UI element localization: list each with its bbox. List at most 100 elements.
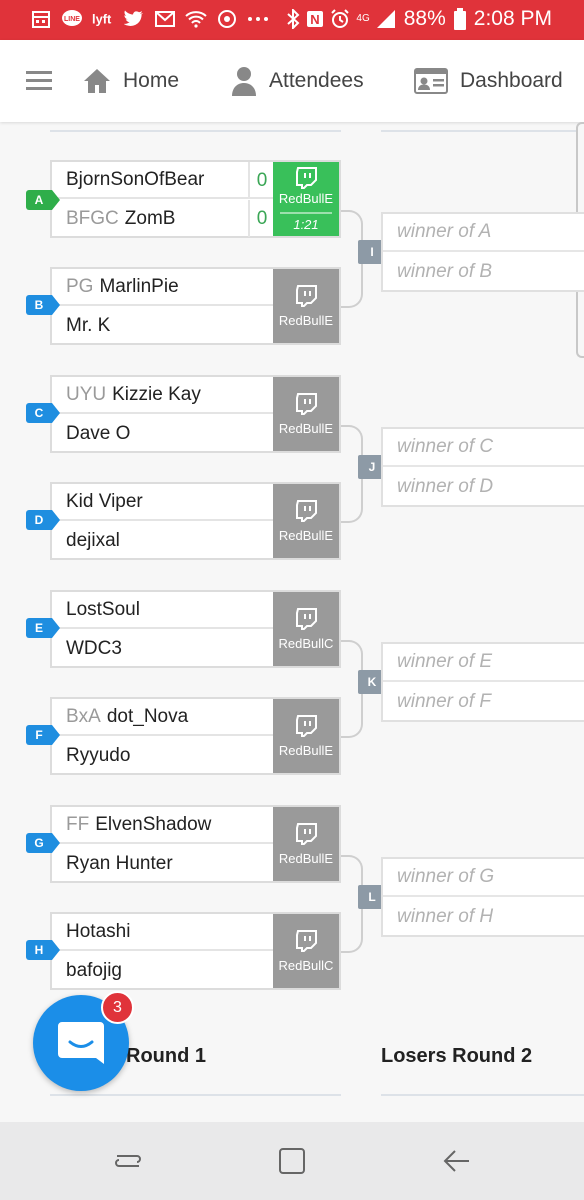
match-timer: 1:21 xyxy=(280,211,332,232)
player-name: dot_Nova xyxy=(106,705,189,727)
twitch-icon xyxy=(296,607,317,630)
line-icon: LINE xyxy=(61,8,83,30)
match-badge: A xyxy=(26,190,60,210)
stream-button[interactable]: RedBullC xyxy=(273,592,339,666)
match-player-1: winner of A xyxy=(383,214,584,252)
match-card[interactable]: BjornSonOfBear 0 BFGC ZomB 0 RedBullE 1:21 xyxy=(50,160,341,238)
stream-button[interactable]: RedBullC xyxy=(273,914,339,988)
match-player-1[interactable]: BjornSonOfBear 0 xyxy=(52,162,274,199)
match-player-2[interactable]: Mr. K xyxy=(52,307,274,344)
player-score: 0 xyxy=(248,200,274,237)
match-player-1: winner of E xyxy=(383,644,584,682)
round2-match-card[interactable]: winner of A winner of B xyxy=(381,212,584,292)
twitch-icon xyxy=(296,499,317,522)
player-name: Kizzie Kay xyxy=(112,383,201,405)
round2-match-card[interactable]: winner of E winner of F xyxy=(381,642,584,722)
match-player-1[interactable]: PG MarlinPie xyxy=(52,269,274,306)
match-badge: D xyxy=(26,510,60,530)
match-player-2[interactable]: Dave O xyxy=(52,415,274,452)
svg-text:N: N xyxy=(311,12,320,27)
status-bar: LINE lyft N 4G 88% 2:08 PM xyxy=(0,0,584,40)
more-icon xyxy=(247,8,269,30)
player-tag: PG xyxy=(66,275,94,297)
stream-button[interactable]: RedBullE xyxy=(273,377,339,451)
stream-channel: RedBullE xyxy=(278,850,334,866)
match-player-2[interactable]: WDC3 xyxy=(52,630,274,667)
battery-percent: 88% xyxy=(403,7,446,30)
match-player-1[interactable]: Hotashi xyxy=(52,914,274,951)
match-player-2[interactable]: BFGC ZomB 0 xyxy=(52,200,274,237)
stream-channel: RedBullE xyxy=(278,312,334,328)
twitter-icon xyxy=(123,8,145,30)
match-player-2[interactable]: Ryan Hunter xyxy=(52,845,274,882)
bluetooth-icon xyxy=(287,9,300,29)
round2-match-card[interactable]: winner of G winner of H xyxy=(381,857,584,937)
battery-icon xyxy=(453,8,466,30)
tournament-bracket[interactable]: BjornSonOfBear 0 BFGC ZomB 0 RedBullE 1:21 … xyxy=(0,122,584,1122)
match-card[interactable]: BxA dot_Nova Ryyudo RedBullE xyxy=(50,697,341,775)
match-player-1[interactable]: FF ElvenShadow xyxy=(52,807,274,844)
nav-attendees-label: Attendees xyxy=(269,69,364,92)
unread-count-badge: 3 xyxy=(101,991,134,1024)
player-name: Ryyudo xyxy=(66,744,131,766)
match-player-1: winner of G xyxy=(383,859,584,897)
match-player-2[interactable]: bafojig xyxy=(52,952,274,989)
nav-dashboard-label: Dashboard xyxy=(460,69,563,92)
round1-footer-rule xyxy=(50,1094,341,1096)
player-score: 0 xyxy=(248,162,274,199)
svg-text:LINE: LINE xyxy=(64,16,80,23)
match-card[interactable]: Kid Viper dejixal RedBullE xyxy=(50,482,341,560)
recents-button[interactable] xyxy=(108,1144,148,1178)
round2-match-card[interactable]: winner of C winner of D xyxy=(381,427,584,507)
match-player-2[interactable]: Ryyudo xyxy=(52,737,274,774)
match-player-1[interactable]: LostSoul xyxy=(52,592,274,629)
stream-button[interactable]: RedBullE xyxy=(273,484,339,558)
system-status: N 4G 88% 2:08 PM xyxy=(286,7,552,31)
match-player-1[interactable]: BxA dot_Nova xyxy=(52,699,274,736)
stream-button[interactable]: RedBullE xyxy=(273,807,339,881)
nav-home[interactable]: Home xyxy=(83,62,179,100)
player-name: dejixal xyxy=(66,529,120,551)
user-icon xyxy=(231,66,257,96)
player-name: ElvenShadow xyxy=(95,813,212,835)
player-name: bafojig xyxy=(66,959,122,981)
stream-channel: RedBullC xyxy=(278,635,334,651)
player-name: BjornSonOfBear xyxy=(66,168,205,190)
match-player-1: winner of C xyxy=(383,429,584,467)
match-player-1[interactable]: UYU Kizzie Kay xyxy=(52,377,274,414)
stream-channel: RedBullC xyxy=(278,957,334,973)
nav-attendees[interactable]: Attendees xyxy=(231,62,364,100)
wifi-icon xyxy=(185,8,207,30)
player-name: LostSoul xyxy=(66,598,140,620)
match-player-2: winner of F xyxy=(397,691,491,712)
hamburger-icon xyxy=(26,70,52,92)
nav-home-label: Home xyxy=(123,69,180,92)
nav-dashboard[interactable]: Dashboard xyxy=(414,62,563,100)
calendar-icon xyxy=(30,8,52,30)
match-card[interactable]: PG MarlinPie Mr. K RedBullE xyxy=(50,267,341,345)
match-card[interactable]: UYU Kizzie Kay Dave O RedBullE xyxy=(50,375,341,453)
home-button[interactable] xyxy=(272,1144,312,1178)
match-card[interactable]: Hotashi bafojig RedBullC xyxy=(50,912,341,990)
stream-button[interactable]: RedBullE xyxy=(273,269,339,343)
match-badge: E xyxy=(26,618,60,638)
alarm-icon xyxy=(331,9,350,28)
player-name: Mr. K xyxy=(66,314,111,336)
player-name: Ryan Hunter xyxy=(66,852,173,874)
network-type: 4G xyxy=(356,13,370,24)
svg-text:lyft: lyft xyxy=(92,12,112,27)
stream-button[interactable]: RedBullE 1:21 xyxy=(273,162,339,236)
back-button[interactable] xyxy=(436,1144,476,1178)
match-player-2[interactable]: dejixal xyxy=(52,522,274,559)
twitch-icon xyxy=(296,392,317,415)
match-badge: F xyxy=(26,725,60,745)
player-name: ZomB xyxy=(124,207,176,229)
round1-title: Round 1 xyxy=(126,1045,206,1067)
match-player-1[interactable]: Kid Viper xyxy=(52,484,274,521)
lyft-icon: lyft xyxy=(92,8,114,30)
stream-button[interactable]: RedBullE xyxy=(273,699,339,773)
twitch-icon xyxy=(296,284,317,307)
menu-button[interactable] xyxy=(26,62,52,100)
match-card[interactable]: FF ElvenShadow Ryan Hunter RedBullE xyxy=(50,805,341,883)
match-card[interactable]: LostSoul WDC3 RedBullC xyxy=(50,590,341,668)
